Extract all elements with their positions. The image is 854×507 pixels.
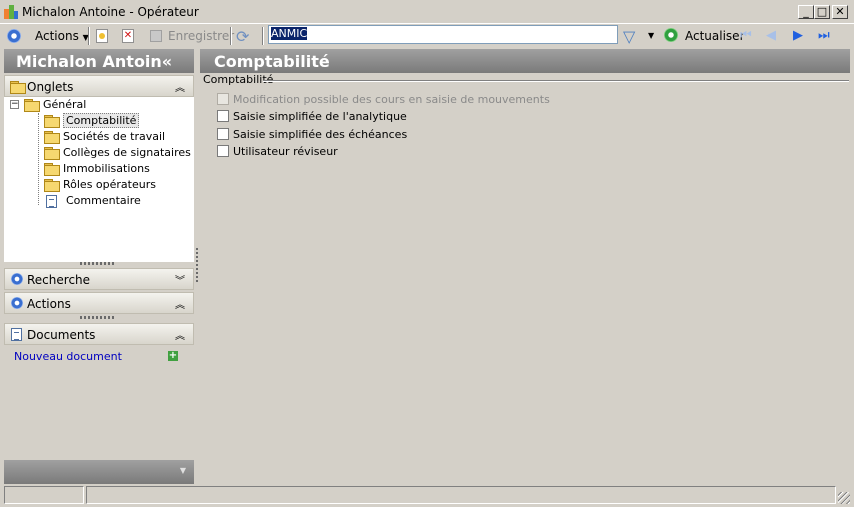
maximize-button[interactable]: □	[814, 5, 830, 19]
search-input[interactable]: ANMIC	[268, 25, 618, 44]
actions-radio-icon[interactable]	[7, 29, 21, 43]
expand-chevron-icon[interactable]: ︾	[175, 272, 185, 287]
app-icon	[4, 5, 18, 19]
new-icon[interactable]	[96, 29, 108, 43]
tree-item-label: Général	[43, 98, 87, 111]
actions-section-header[interactable]: Actions ︽	[4, 292, 194, 314]
modification-cours-label: Modification possible des cours en saisi…	[233, 93, 550, 106]
chevron-down-icon[interactable]: ▼	[180, 466, 186, 475]
folder-icon	[10, 81, 26, 94]
close-button[interactable]: ✕	[832, 5, 848, 19]
left-panel-header[interactable]: Michalon Antoin«	[4, 49, 194, 73]
toolbar-separator	[262, 27, 264, 45]
tree-item-colleges-de-signataires[interactable]: Collèges de signataires	[44, 146, 191, 162]
modification-cours-checkbox	[217, 93, 229, 105]
refresh-button[interactable]: Actualiser	[685, 29, 745, 43]
save-icon	[150, 30, 162, 42]
search-input-value: ANMIC	[271, 27, 308, 40]
refresh-icon[interactable]	[664, 28, 678, 42]
toolbar-separator	[230, 27, 232, 45]
tree-item-commentaire[interactable]: Commentaire	[46, 194, 141, 210]
onglets-section-header[interactable]: Onglets ︽	[4, 75, 194, 97]
tree-item-general[interactable]: Général	[24, 98, 86, 114]
actions-menu-button[interactable]: Actions ▼	[35, 29, 89, 43]
add-icon[interactable]: +	[168, 351, 178, 361]
folder-icon	[24, 99, 40, 112]
tree-item-societes-de-travail[interactable]: Sociétés de travail	[44, 130, 165, 146]
first-record-icon[interactable]: ⏮	[740, 28, 752, 43]
tree-item-roles-operateurs[interactable]: Rôles opérateurs	[44, 178, 156, 194]
toolbar-separator	[88, 27, 90, 45]
splitter-grip[interactable]	[80, 262, 116, 265]
saisie-echeances-label[interactable]: Saisie simplifiée des échéances	[233, 128, 407, 141]
saisie-analytique-checkbox[interactable]	[217, 110, 229, 122]
onglets-label: Onglets	[27, 80, 74, 94]
resize-grip-icon[interactable]	[838, 492, 850, 504]
new-document-link[interactable]: Nouveau document	[14, 350, 122, 363]
folder-icon	[44, 179, 60, 192]
search-radio-icon	[11, 273, 23, 285]
tree-item-label: Rôles opérateurs	[63, 178, 156, 191]
actions-menu-label: Actions	[35, 29, 79, 43]
left-panel-footer: ▼	[4, 460, 194, 484]
tree-item-comptabilite[interactable]: Comptabilité	[44, 113, 140, 130]
tree-item-label: Collèges de signataires	[63, 146, 191, 159]
sync-icon[interactable]: ⟳	[236, 27, 249, 46]
tree-line	[38, 113, 39, 205]
delete-icon[interactable]: ✕	[122, 29, 134, 43]
collapse-chevron-icon[interactable]: ︽	[175, 296, 185, 311]
open-folder-icon	[44, 115, 60, 128]
utilisateur-reviseur-label[interactable]: Utilisateur réviseur	[233, 145, 338, 158]
section-title: Comptabilité	[200, 49, 850, 73]
folder-icon	[44, 131, 60, 144]
toolbar: Actions ▼ ✕ Enregistrer ⟳ ANMIC ▽ ▼ Actu…	[0, 24, 854, 48]
tree-item-label: Sociétés de travail	[63, 130, 166, 143]
recherche-label: Recherche	[27, 273, 91, 287]
actions-radio-icon	[11, 297, 23, 309]
saisie-analytique-label[interactable]: Saisie simplifiée de l'analytique	[233, 110, 407, 123]
document-icon	[46, 194, 57, 208]
folder-icon	[44, 163, 60, 176]
filter-dropdown-icon[interactable]: ▼	[648, 31, 654, 40]
tree-item-label: Immobilisations	[63, 162, 150, 175]
filter-icon[interactable]: ▽	[623, 27, 635, 46]
group-divider	[263, 80, 849, 82]
save-button[interactable]: Enregistrer	[168, 29, 234, 43]
collapse-chevron-icon[interactable]: ︽	[175, 79, 185, 94]
saisie-echeances-checkbox[interactable]	[217, 128, 229, 140]
status-panel	[4, 486, 84, 504]
vertical-splitter[interactable]	[196, 248, 198, 284]
status-panel	[86, 486, 836, 504]
tabs-tree: − Général Comptabilité Sociétés de trava…	[4, 97, 194, 262]
tree-item-label: Comptabilité	[63, 113, 140, 128]
tree-item-immobilisations[interactable]: Immobilisations	[44, 162, 150, 178]
previous-record-icon[interactable]: ◀	[766, 28, 776, 43]
splitter-grip[interactable]	[80, 316, 116, 319]
folder-icon	[44, 147, 60, 160]
documents-label: Documents	[27, 328, 96, 342]
utilisateur-reviseur-checkbox[interactable]	[217, 145, 229, 157]
collapse-chevron-icon[interactable]: ︽	[175, 327, 185, 342]
recherche-section-header[interactable]: Recherche ︾	[4, 268, 194, 290]
document-icon	[11, 328, 22, 341]
tree-item-label: Commentaire	[66, 194, 141, 207]
documents-section-header[interactable]: Documents ︽	[4, 323, 194, 345]
title-bar: Michalon Antoine - Opérateur _ □ ✕	[0, 0, 854, 24]
actions-label: Actions	[27, 297, 71, 311]
last-record-icon[interactable]: ⏭	[818, 28, 830, 43]
tree-collapse-toggle[interactable]: −	[10, 100, 19, 109]
window-title: Michalon Antoine - Opérateur	[22, 5, 199, 19]
status-bar	[0, 484, 854, 507]
next-record-icon[interactable]: ▶	[793, 28, 803, 43]
minimize-button[interactable]: _	[798, 5, 814, 19]
